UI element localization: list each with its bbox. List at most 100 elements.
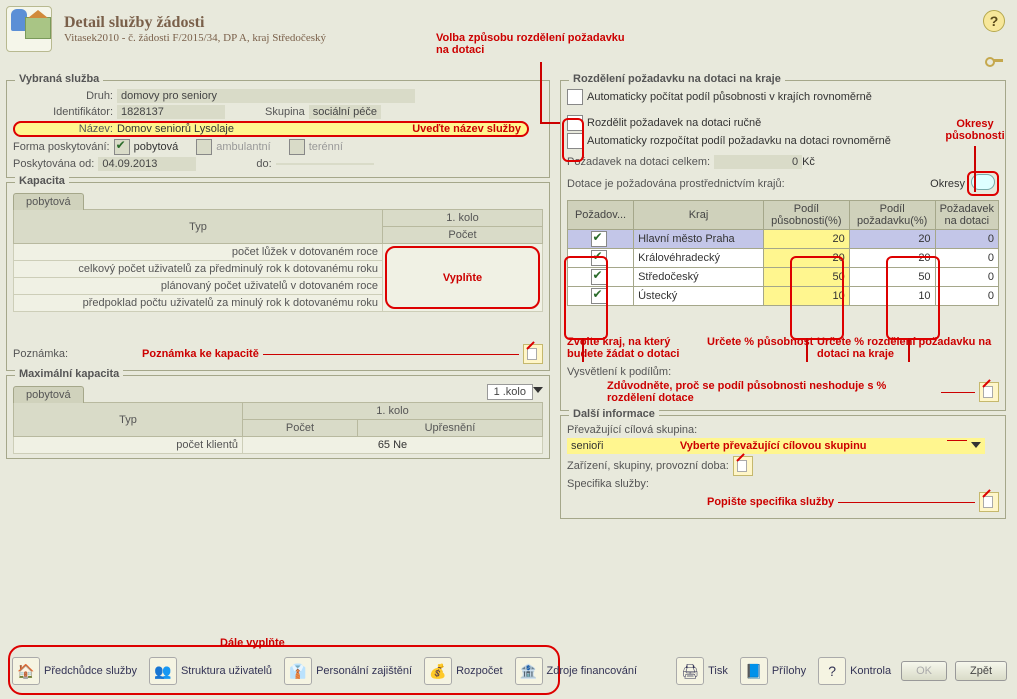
forma-label: Forma poskytování: [13,141,114,153]
podil-pusobnosti[interactable]: 20 [763,249,849,268]
grid-th-podil-pusob: Podíl působnosti(%) [763,201,849,230]
pozadavek-celkem-value: 0 [714,155,802,169]
dalsi-info-box: Další informace Převažující cílová skupi… [560,415,1006,519]
zarizeni-edit-icon[interactable] [733,456,753,476]
podil-pusobnosti[interactable]: 20 [763,230,849,249]
selected-service-box: Vybraná služba Druh:domovy pro seniory I… [6,80,550,178]
auto-pozadavek-check[interactable] [567,133,583,149]
prev-skupina-label: Převažující cílová skupina: [567,424,701,436]
kap-th-pocet: Počet [383,227,543,244]
poznamka-edit-icon[interactable] [523,344,543,364]
max-tab[interactable]: pobytová [13,386,84,403]
prev-skupina-select[interactable]: senioři Vyberte převažující cílovou skup… [567,438,985,454]
id-label: Identifikátor: [13,106,117,118]
kap-vyplnte-hint: Vyplňte [443,272,482,284]
kap-row: plánovaný počet uživatelů v dotovaném ro… [14,278,383,295]
kraj-check[interactable] [591,231,607,247]
skupina-value: sociální péče [309,105,381,119]
page-subtitle: Vitasek2010 - č. žádosti F/2015/34, DP A… [64,32,326,44]
kraje-grid[interactable]: Požadov... Kraj Podíl působnosti(%) Podí… [567,200,999,306]
forma-ambulantni-check [196,139,212,155]
podil-pozadavku[interactable]: 50 [849,268,935,287]
kap-row: předpoklad počtu uživatelů za minulý rok… [14,295,383,312]
poznamka-label: Poznámka: [13,348,72,360]
nazev-label: Název: [21,123,117,135]
kraj-name: Královéhradecký [634,249,764,268]
specifika-edit-icon[interactable] [979,492,999,512]
kap-row: celkový počet uživatelů za předminulý ro… [14,261,383,278]
do-label: do: [256,158,275,170]
podil-pozadavku[interactable]: 20 [849,230,935,249]
auto-pusobnost-check[interactable] [567,89,583,105]
max-th-pocet: Počet [243,420,358,437]
max-table: Typ1. kolo PočetUpřesnění počet klientů6… [13,402,543,454]
kraj-name: Ústecký [634,287,764,306]
kapacita-table: Typ1. kolo Počet počet lůžek v dotovaném… [13,209,543,312]
kraj-check[interactable] [591,288,607,304]
rucne-check[interactable] [567,115,583,131]
personalni-button[interactable]: 👔Personální zajištění [284,657,412,685]
podil-pusobnosti[interactable]: 50 [763,268,849,287]
podil-pusobnosti[interactable]: 10 [763,287,849,306]
pozadavek-celkem-label: Požadavek na dotaci celkem: [567,156,714,168]
help-icon[interactable]: ? [983,10,1005,32]
tisk-button[interactable]: 🖨Tisk [676,657,728,685]
pozadavek-dotaci[interactable]: 0 [935,230,998,249]
podil-pozadavku[interactable]: 20 [849,249,935,268]
kraj-check[interactable] [591,269,607,285]
vysvetleni-edit-icon[interactable] [979,382,999,402]
struktura-button[interactable]: 👥Struktura uživatelů [149,657,272,685]
prev-skupina-value: senioři [571,440,603,452]
pozadavek-dotaci[interactable]: 0 [935,287,998,306]
prilohy-button[interactable]: 📘Přílohy [740,657,806,685]
kapacita-box: Kapacita pobytová Typ1. kolo Počet počet… [6,182,550,371]
forma-terenni-check [289,139,305,155]
ok-button[interactable]: OK [901,661,947,681]
selected-service-legend: Vybraná služba [15,73,103,85]
max-th-upr: Upřesnění [357,420,542,437]
chevron-down-icon[interactable] [971,440,981,450]
od-value: 04.09.2013 [98,157,196,171]
kapacita-legend: Kapacita [15,175,69,187]
hint-zduvodnete: Zdůvodněte, proč se podíl působnosti nes… [607,380,937,404]
key-icon[interactable] [985,56,1003,66]
hint-dale-vyplnte: Dále vyplňte [220,637,285,649]
forma-pobytova-label: pobytová [134,141,179,153]
kraj-check[interactable] [591,250,607,266]
nazev-value[interactable]: Domov seniorů Lysolaje [117,123,234,135]
rozpocet-button[interactable]: 💰Rozpočet [424,657,502,685]
dalsi-legend: Další informace [569,408,659,420]
dotace-kraju-label: Dotace je požadována prostřednictvím kra… [567,178,789,190]
druh-label: Druh: [13,90,117,102]
kap-th-typ: Typ [14,210,383,244]
kapacita-tab[interactable]: pobytová [13,193,84,210]
id-value: 1828137 [117,105,225,119]
max-legend: Maximální kapacita [15,368,123,380]
zpet-button[interactable]: Zpět [955,661,1007,681]
pozadavek-dotaci[interactable]: 0 [935,268,998,287]
specifika-label: Specifika služby: [567,478,653,490]
hint-volba-zpusobu: Volba způsobu rozdělení požadavku na dot… [436,32,636,56]
od-label: Poskytována od: [13,158,98,170]
predchudce-button[interactable]: 🏠Předchůdce služby [12,657,137,685]
rozdeleni-legend: Rozdělení požadavku na dotaci na kraje [569,73,785,85]
specifika-hint: Popište specifika služby [707,496,834,508]
hint-urcete-pusobnost: Určete % působnost [707,336,813,348]
kraj-name: Hlavní město Praha [634,230,764,249]
max-row-label: počet klientů [14,437,243,454]
kraj-name: Středočeský [634,268,764,287]
chevron-down-icon[interactable] [533,385,543,395]
forma-ambulantni-label: ambulantní [216,141,270,153]
kolo-select[interactable]: 1 .kolo [487,384,533,400]
okresy-label: Okresy [930,178,965,190]
do-value [276,163,374,165]
pozadavek-dotaci[interactable]: 0 [935,249,998,268]
zdroje-button[interactable]: 🏦Zdroje financování [515,657,638,685]
kontrola-button[interactable]: ?Kontrola [818,657,891,685]
podil-pozadavku[interactable]: 10 [849,287,935,306]
druh-value: domovy pro seniory [117,89,415,103]
max-row-value: 65 Ne [243,437,543,454]
skupina-label: Skupina [265,106,309,118]
vysvetleni-label: Vysvětlení k podílům: [567,366,675,378]
app-icon [6,6,52,52]
